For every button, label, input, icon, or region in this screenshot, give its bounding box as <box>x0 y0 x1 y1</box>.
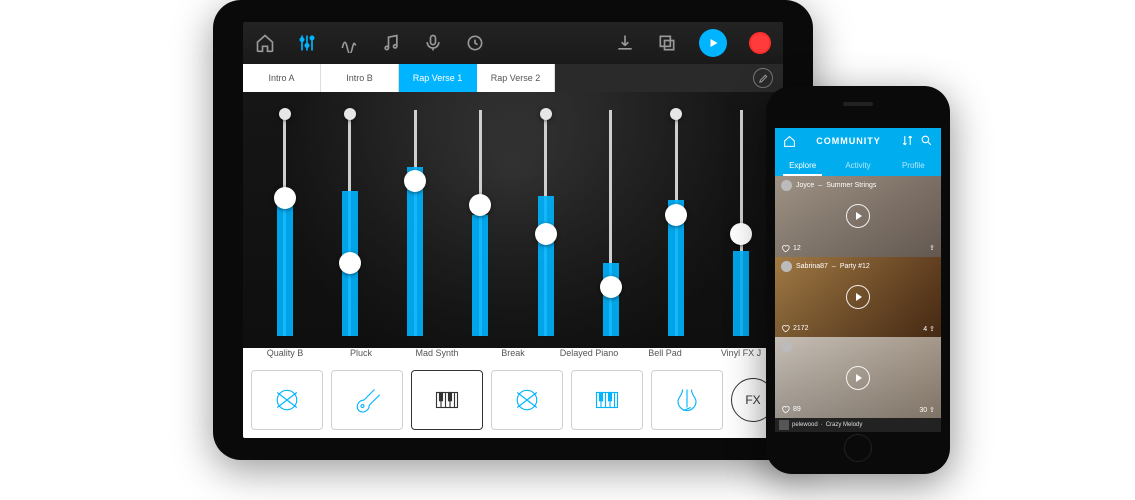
inst-label-3: Mad Synth <box>399 348 475 370</box>
inst-guitar[interactable] <box>331 370 403 430</box>
channel-4[interactable] <box>457 102 504 344</box>
now-playing-art <box>779 420 789 430</box>
like-button[interactable]: 2172 <box>781 324 809 333</box>
music-app: Intro A Intro B Rap Verse 1 Rap Verse 2 <box>243 22 783 438</box>
phone-device: COMMUNITY Explore Activity Profile Joyce… <box>766 86 950 474</box>
share-icon[interactable]: ⇪ <box>929 244 935 252</box>
play-button[interactable] <box>699 29 727 57</box>
channel-6[interactable] <box>587 102 634 344</box>
play-icon[interactable] <box>846 285 870 309</box>
channel-1[interactable] <box>261 102 308 344</box>
eq-icon[interactable] <box>339 33 359 53</box>
avatar <box>781 180 792 191</box>
channel-2[interactable] <box>326 102 373 344</box>
share-count[interactable]: 30 ⇪ <box>919 406 935 414</box>
export-icon[interactable] <box>657 33 677 53</box>
feed: Joyce – Summer Strings 12 ⇪ Sabrina87 – … <box>775 176 941 418</box>
tablet-device: Intro A Intro B Rap Verse 1 Rap Verse 2 <box>213 0 813 460</box>
inst-drum-1[interactable] <box>251 370 323 430</box>
feed-card-1[interactable]: Joyce – Summer Strings 12 ⇪ <box>775 176 941 257</box>
inst-violin[interactable] <box>651 370 723 430</box>
tab-intro-a[interactable]: Intro A <box>243 64 321 92</box>
mixer-icon[interactable] <box>297 33 317 53</box>
inst-keys-2[interactable] <box>571 370 643 430</box>
phone-home-icon[interactable] <box>783 135 796 148</box>
like-button[interactable]: 12 <box>781 244 801 253</box>
tab-rap-verse-1[interactable]: Rap Verse 1 <box>399 64 477 92</box>
inst-keys-1[interactable] <box>411 370 483 430</box>
download-icon[interactable] <box>615 33 635 53</box>
share-count[interactable]: 4 ⇪ <box>923 325 935 333</box>
phone-header: COMMUNITY <box>775 128 941 154</box>
tab-explore[interactable]: Explore <box>775 154 830 176</box>
tab-intro-b[interactable]: Intro B <box>321 64 399 92</box>
search-icon[interactable] <box>920 134 933 149</box>
community-app: COMMUNITY Explore Activity Profile Joyce… <box>775 128 941 432</box>
avatar <box>781 261 792 272</box>
channel-7[interactable] <box>653 102 700 344</box>
tab-rap-verse-2[interactable]: Rap Verse 2 <box>477 64 555 92</box>
phone-title: COMMUNITY <box>816 136 881 146</box>
channel-3[interactable] <box>392 102 439 344</box>
home-icon[interactable] <box>255 33 275 53</box>
edit-sections-button[interactable] <box>753 68 773 88</box>
feed-card-2[interactable]: Sabrina87 – Party #12 2172 4 ⇪ <box>775 257 941 338</box>
phone-tabs: Explore Activity Profile <box>775 154 941 176</box>
mic-icon[interactable] <box>423 33 443 53</box>
channel-8[interactable] <box>718 102 765 344</box>
mixer-area <box>243 92 783 348</box>
now-playing-bar[interactable]: pelewood·Crazy Melody <box>775 418 941 432</box>
feed-card-3[interactable]: 89 30 ⇪ <box>775 337 941 418</box>
tab-activity[interactable]: Activity <box>830 154 885 176</box>
loop-icon[interactable] <box>465 33 485 53</box>
inst-label-4: Break <box>475 348 551 370</box>
avatar <box>781 341 792 352</box>
section-tabs: Intro A Intro B Rap Verse 1 Rap Verse 2 <box>243 64 783 92</box>
play-icon[interactable] <box>846 366 870 390</box>
instrument-strip: Quality B Pluck Mad Synth Break Delayed … <box>243 348 783 438</box>
inst-label-6: Bell Pad <box>627 348 703 370</box>
like-button[interactable]: 89 <box>781 405 801 414</box>
top-toolbar <box>243 22 783 64</box>
tab-profile[interactable]: Profile <box>886 154 941 176</box>
channel-5[interactable] <box>522 102 569 344</box>
inst-label-2: Pluck <box>323 348 399 370</box>
sort-icon[interactable] <box>901 134 914 149</box>
note-icon[interactable] <box>381 33 401 53</box>
play-icon[interactable] <box>846 204 870 228</box>
inst-label-5: Delayed Piano <box>551 348 627 370</box>
inst-label-1: Quality B <box>247 348 323 370</box>
inst-drum-2[interactable] <box>491 370 563 430</box>
record-button[interactable] <box>749 32 771 54</box>
